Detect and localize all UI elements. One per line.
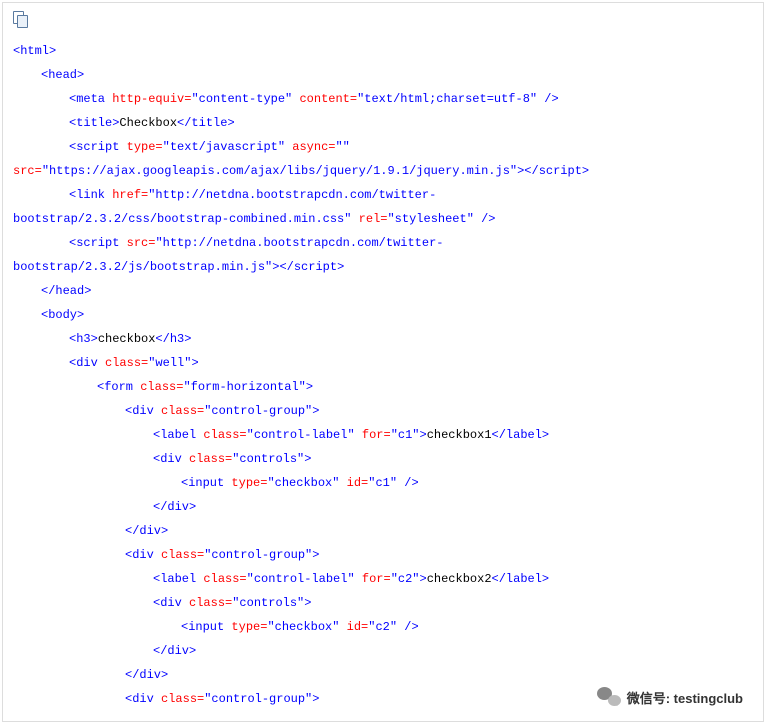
code-line: <input type="checkbox" id="c2" /> (13, 615, 753, 639)
watermark-text: 微信号: testingclub (627, 688, 743, 707)
code-viewer: <html> <head> <meta http-equiv="content-… (2, 2, 764, 722)
code-line: <input type="checkbox" id="c1" /> (13, 471, 753, 495)
watermark: 微信号: testingclub (597, 687, 743, 707)
copy-icon[interactable] (13, 11, 29, 27)
code-line: <head> (13, 63, 753, 87)
code-line: <div class="well"> (13, 351, 753, 375)
code-line: <label class="control-label" for="c1">ch… (13, 423, 753, 447)
code-line: <h3>checkbox</h3> (13, 327, 753, 351)
code-line: </head> (13, 279, 753, 303)
code-line: <label class="control-label" for="c2">ch… (13, 567, 753, 591)
code-line: <title>Checkbox</title> (13, 111, 753, 135)
code-block: <html> <head> <meta http-equiv="content-… (7, 39, 759, 711)
code-line: </div> (13, 663, 753, 687)
code-line: bootstrap/2.3.2/css/bootstrap-combined.m… (13, 207, 753, 231)
code-line: <link href="http://netdna.bootstrapcdn.c… (13, 183, 753, 207)
wechat-icon (597, 687, 621, 707)
code-line: <meta http-equiv="content-type" content=… (13, 87, 753, 111)
code-line: <div class="controls"> (13, 591, 753, 615)
code-line: </div> (13, 639, 753, 663)
code-line: bootstrap/2.3.2/js/bootstrap.min.js"></s… (13, 255, 753, 279)
code-line: src="https://ajax.googleapis.com/ajax/li… (13, 159, 753, 183)
code-line: <body> (13, 303, 753, 327)
code-line: <div class="controls"> (13, 447, 753, 471)
code-line: <form class="form-horizontal"> (13, 375, 753, 399)
code-line: <div class="control-group"> (13, 543, 753, 567)
code-line: </div> (13, 519, 753, 543)
code-line: <script src="http://netdna.bootstrapcdn.… (13, 231, 753, 255)
toolbar (7, 9, 759, 39)
code-line: <html> (13, 39, 753, 63)
code-line: <script type="text/javascript" async="" (13, 135, 753, 159)
code-line: <div class="control-group"> (13, 399, 753, 423)
code-line: </div> (13, 495, 753, 519)
